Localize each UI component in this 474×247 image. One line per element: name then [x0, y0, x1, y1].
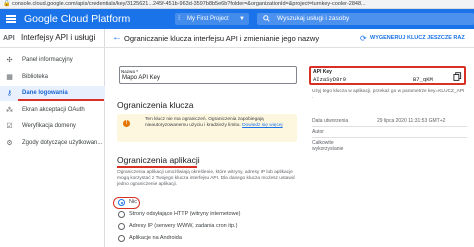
radio-label: Strony odsyłające HTTP (witryny internet… [129, 211, 241, 217]
browser-address-bar[interactable]: 🔒 console.cloud.google.com/apis/credenti… [0, 0, 474, 9]
radio-label: Aplikacje na Androida [129, 235, 182, 241]
project-name: My First Project [187, 16, 229, 22]
app-header: Google Cloud Platform ⁝ My First Project… [0, 9, 474, 29]
left-sidebar: API Interfejsy API i usługi ✣ Panel info… [0, 29, 105, 247]
creation-date-value: 29 lipca 2020 11:31:53 GMT+2 [377, 118, 446, 124]
page-title: Ograniczanie klucza interfejsu API i zmi… [124, 34, 320, 43]
name-field-value[interactable]: Mapo API Key [122, 75, 160, 82]
api-key-suffix: B7_qKM [413, 76, 433, 83]
sidebar-item-oauth-consent[interactable]: ⁂ Ekran akceptacji OAuth [0, 103, 105, 118]
divider [312, 137, 467, 138]
sidebar-item-label: Biblioteka [22, 74, 49, 80]
sidebar-item-label: Weryfikacja domeny [22, 123, 76, 129]
hamburger-menu-icon[interactable] [6, 15, 16, 23]
copy-icon[interactable] [453, 72, 462, 81]
api-key-prefix: AIzaSyD8r9 [313, 76, 347, 83]
radio-label: Adresy IP (serwery WWW, zadania cron itp… [129, 223, 238, 229]
app-restrictions-description: Ograniczenia aplikacji umożliwiają okreś… [117, 170, 296, 188]
radio-ip-addresses[interactable]: Adresy IP (serwery WWW, zadania cron itp… [118, 222, 308, 232]
key-icon: ⚷ [6, 90, 13, 97]
info-banner: ! Ten klucz nie ma ograniczeń. Ogranicze… [117, 114, 297, 142]
radio-none[interactable]: Nic [118, 198, 308, 208]
learn-more-link[interactable]: Dowiedz się więcej [242, 123, 283, 128]
sidebar-item-label: Zgody dotyczące użytkowan... [22, 140, 103, 146]
api-key-label: API Key [313, 69, 332, 75]
back-arrow-icon[interactable]: ← [112, 33, 122, 43]
library-icon: ▦ [6, 74, 13, 81]
search-bar[interactable]: Wyszukaj usługi i zasoby [257, 13, 474, 25]
sidebar-title: Interfejsy API i usługi [21, 33, 96, 42]
annotation-circle-none [113, 197, 140, 209]
dashboard-icon: ✣ [6, 57, 13, 64]
page-title-bar: ← Ograniczanie klucza interfejsu API i z… [105, 29, 474, 48]
annotation-underline-app-restrictions [117, 166, 197, 168]
app-restrictions-heading: Ograniczenia aplikacji [117, 155, 200, 165]
search-icon [263, 15, 270, 22]
radio-button[interactable] [118, 211, 125, 218]
radio-http-referrers[interactable]: Strony odsyłające HTTP (witryny internet… [118, 210, 308, 220]
project-icon: ⁝ [178, 15, 181, 22]
sidebar-item-dashboard[interactable]: ✣ Panel informacyjny [0, 53, 105, 68]
warning-icon: ! [123, 120, 130, 127]
sidebar-header: API Interfejsy API i usługi [0, 29, 105, 48]
consent-icon: ⁂ [6, 107, 13, 114]
brand-title[interactable]: Google Cloud Platform [24, 13, 130, 25]
search-placeholder: Wyszukaj usługi i zasoby [277, 15, 350, 22]
url-text[interactable]: console.cloud.google.com/apis/credential… [12, 0, 468, 9]
regenerate-key-label: WYGENERUJ KLUCZ JESZCZE RAZ [370, 35, 465, 41]
radio-button[interactable] [118, 223, 125, 230]
key-restrictions-heading: Ograniczenia klucza [117, 100, 194, 110]
radio-button[interactable] [118, 235, 125, 242]
refresh-icon: ⟳ [360, 34, 367, 43]
author-label: Autor [312, 129, 324, 135]
api-key-hint: Użyj tego klucza w aplikacji, przekaż go… [312, 89, 465, 100]
project-selector[interactable]: ⁝ My First Project ▼ [175, 13, 249, 25]
divider [312, 126, 467, 127]
chevron-down-icon: ▼ [239, 16, 245, 22]
api-badge: API [3, 35, 15, 42]
sidebar-item-label: Dane logowania [22, 90, 68, 96]
settings-icon: ⚙ [6, 140, 13, 147]
sidebar-item-label: Ekran akceptacji OAuth [22, 107, 85, 113]
info-banner-text: Ten klucz nie ma ograniczeń. Ograniczeni… [145, 117, 291, 129]
sidebar-item-label: Panel informacyjny [22, 57, 73, 63]
sidebar-item-domain-verification[interactable]: ☑ Weryfikacja domeny [0, 119, 105, 134]
radio-android-apps[interactable]: Aplikacje na Androida [118, 234, 308, 244]
name-field-label: Nazwa * [121, 69, 139, 74]
creation-date-label: Data utworzenia [312, 118, 349, 124]
sidebar-item-library[interactable]: ▦ Biblioteka [0, 70, 105, 85]
lock-icon: 🔒 [3, 1, 11, 7]
annotation-underline-credentials [18, 99, 104, 101]
check-box-icon: ☑ [6, 123, 13, 130]
total-usage-label: Całkowite wykorzystanie [312, 140, 344, 152]
sidebar-item-user-consents[interactable]: ⚙ Zgody dotyczące użytkowan... [0, 136, 105, 151]
